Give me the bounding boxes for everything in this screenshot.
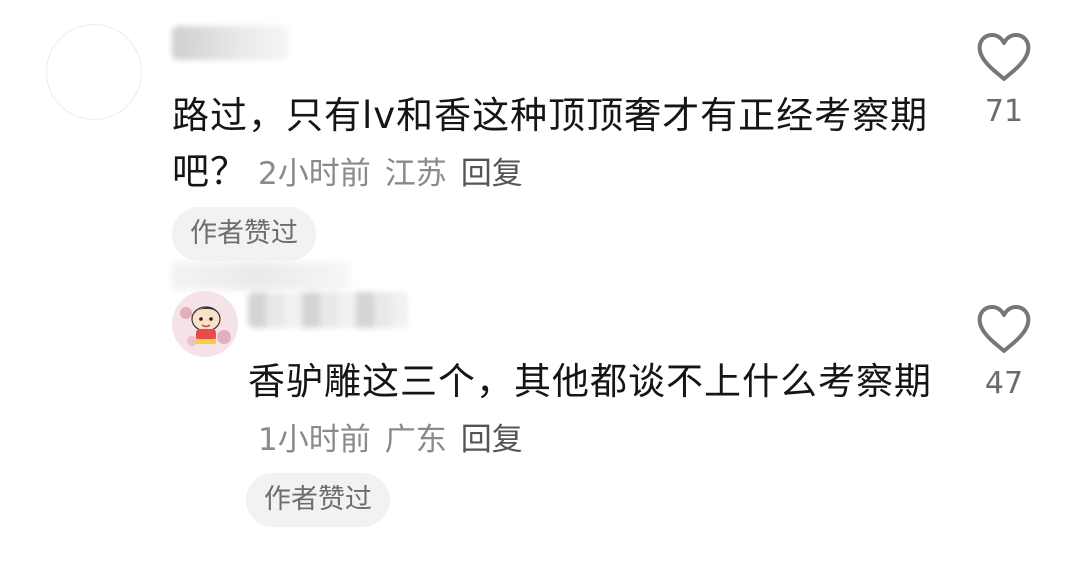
heart-outline-icon: [977, 305, 1031, 353]
username-blurred[interactable]: [248, 292, 408, 328]
like-count: 47: [984, 366, 1024, 401]
comment-location: 广东: [384, 422, 447, 458]
like-count: 71: [984, 94, 1024, 129]
comment-time: 1小时前: [258, 422, 371, 458]
reply-context-blurred: [170, 262, 350, 290]
reply-button[interactable]: 回复: [461, 156, 523, 192]
like-button[interactable]: 47: [969, 304, 1039, 401]
comment-text: 路过，只有lv和香这种顶顶奢才有正经考察期吧？ 2小时前 江苏 回复: [172, 88, 932, 202]
comment-text: 香驴雕这三个，其他都谈不上什么考察期 1小时前 广东 回复: [248, 354, 938, 468]
avatar[interactable]: [46, 24, 142, 120]
cartoon-boy-icon: [172, 291, 238, 357]
heart-outline-icon: [977, 33, 1031, 81]
like-button[interactable]: 71: [969, 32, 1039, 129]
comment-body: 香驴雕这三个，其他都谈不上什么考察期: [248, 360, 932, 403]
comment-time: 2小时前: [258, 156, 371, 192]
username-blurred[interactable]: [172, 26, 288, 60]
reply-button[interactable]: 回复: [461, 422, 523, 458]
author-liked-badge: 作者赞过: [172, 207, 316, 261]
avatar[interactable]: [172, 291, 238, 357]
author-liked-badge: 作者赞过: [246, 473, 390, 527]
comment-location: 江苏: [384, 156, 447, 192]
comment-list: 路过，只有lv和香这种顶顶奢才有正经考察期吧？ 2小时前 江苏 回复 作者赞过 71 …: [0, 0, 1080, 567]
